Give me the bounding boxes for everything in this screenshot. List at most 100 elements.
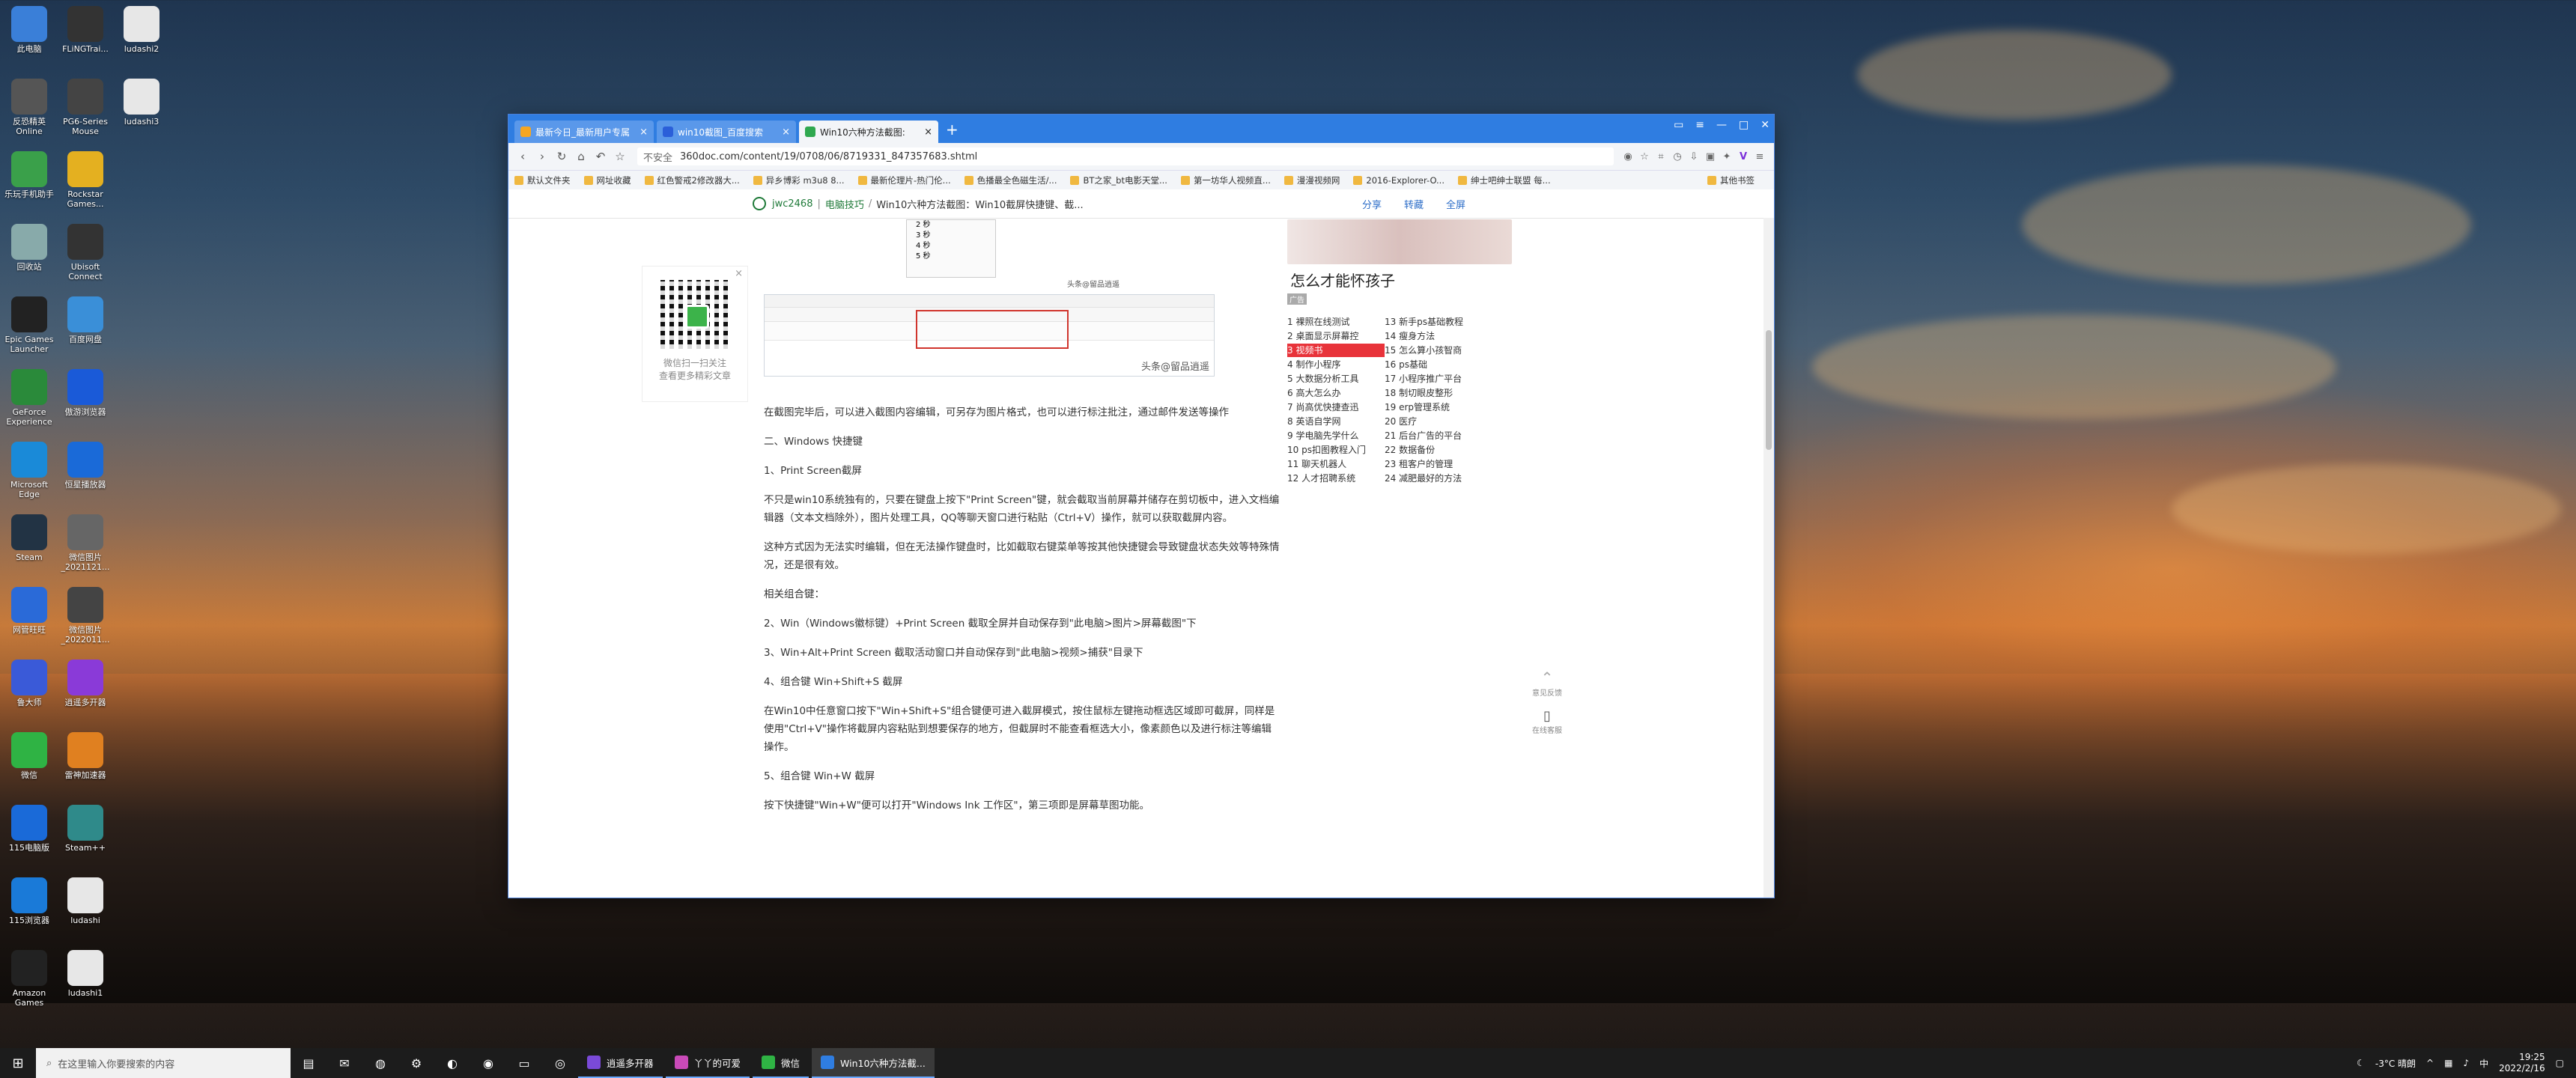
- tab-article[interactable]: Win10六种方法截图: ×: [799, 121, 938, 143]
- hot-search-item[interactable]: 22 数据备份: [1385, 443, 1482, 457]
- author-link[interactable]: jwc2468: [772, 198, 812, 210]
- close-icon[interactable]: ×: [640, 127, 648, 138]
- hot-search-item[interactable]: 17 小程序推广平台: [1385, 372, 1482, 386]
- edge-icon[interactable]: ◐: [434, 1048, 470, 1078]
- notification-icon[interactable]: ▢: [2556, 1058, 2564, 1068]
- desktop-icon[interactable]: 回收站: [3, 224, 55, 272]
- hot-search-item[interactable]: 20 医疗: [1385, 415, 1482, 428]
- star-icon[interactable]: ☆: [612, 150, 628, 163]
- hot-search-item[interactable]: 11 聊天机器人: [1287, 457, 1385, 471]
- desktop-icon[interactable]: 鲁大师: [3, 660, 55, 707]
- desktop-icon[interactable]: ludashi: [59, 877, 112, 925]
- reload-icon[interactable]: ↻: [553, 150, 570, 163]
- hot-search-item[interactable]: 6 高大怎么办: [1287, 386, 1385, 400]
- desktop-icon[interactable]: 115电脑版: [3, 805, 55, 853]
- hot-search-item[interactable]: 3 视频书: [1287, 344, 1385, 357]
- store-icon[interactable]: ▤: [291, 1048, 326, 1078]
- taskbar-search[interactable]: ⌕ 在这里输入你要搜索的内容: [36, 1048, 291, 1078]
- hot-search-item[interactable]: 19 erp管理系统: [1385, 401, 1482, 414]
- skin-icon[interactable]: ▭: [1674, 119, 1683, 131]
- close-window-icon[interactable]: ✕: [1761, 119, 1770, 131]
- close-icon[interactable]: ×: [782, 127, 790, 138]
- network-icon[interactable]: ▦: [2444, 1058, 2452, 1068]
- fullscreen-button[interactable]: 全屏: [1446, 197, 1465, 211]
- v-icon[interactable]: V: [1735, 151, 1752, 162]
- desktop-icon[interactable]: 此电脑: [3, 6, 55, 54]
- desktop-icon[interactable]: Steam: [3, 514, 55, 562]
- back-icon[interactable]: ‹: [514, 150, 531, 163]
- taskbar-app[interactable]: 逍遥多开器: [578, 1048, 663, 1078]
- hot-search-item[interactable]: 8 英语自学网: [1287, 415, 1385, 428]
- desktop-icon[interactable]: Microsoft Edge: [3, 442, 55, 499]
- other-bookmarks[interactable]: 其他书签: [1707, 174, 1755, 186]
- new-tab-button[interactable]: +: [946, 121, 959, 138]
- bookmark-item[interactable]: 默认文件夹: [514, 174, 571, 186]
- menu-icon[interactable]: ≡: [1695, 119, 1704, 131]
- hot-search-item[interactable]: 2 桌面显示屏幕控: [1287, 329, 1385, 343]
- weather-text[interactable]: -3°C 晴朗: [2375, 1057, 2416, 1070]
- bookmark-item[interactable]: 第一坊华人视频直...: [1180, 174, 1271, 186]
- desktop-icon[interactable]: Rockstar Games...: [59, 151, 112, 209]
- close-icon[interactable]: ×: [735, 268, 743, 279]
- taskbar-app[interactable]: 丫丫的可爱: [665, 1048, 750, 1078]
- hot-search-item[interactable]: 14 瘦身方法: [1385, 329, 1482, 343]
- mobile-icon[interactable]: ▯: [1530, 708, 1564, 724]
- hot-search-item[interactable]: 21 后台广告的平台: [1385, 429, 1482, 442]
- desktop-icon[interactable]: FLiNGTrai...: [59, 6, 112, 54]
- bookmark-item[interactable]: 漫漫视频网: [1284, 174, 1340, 186]
- desktop-icon[interactable]: GeForce Experience: [3, 369, 55, 427]
- hot-search-item[interactable]: 1 裸照在线测试: [1287, 315, 1385, 329]
- bookmark-item[interactable]: BT之家_bt电影天堂...: [1070, 174, 1167, 186]
- close-icon[interactable]: ×: [924, 127, 932, 138]
- hot-search-item[interactable]: 13 新手ps基础教程: [1385, 315, 1482, 329]
- bookmark-icon[interactable]: ☆: [1636, 151, 1653, 162]
- desktop-icon[interactable]: 微信图片_2022011...: [59, 587, 112, 645]
- desktop-icon[interactable]: 乐玩手机助手: [3, 151, 55, 199]
- scroll-thumb[interactable]: [1766, 330, 1772, 450]
- url-input[interactable]: 不安全 360doc.com/content/19/0708/06/871933…: [637, 147, 1614, 165]
- ad-image[interactable]: [1287, 219, 1512, 264]
- desktop-icon[interactable]: 恒星播放器: [59, 442, 112, 490]
- desktop-icon[interactable]: ludashi2: [115, 6, 168, 54]
- desktop-icon[interactable]: 百度网盘: [59, 296, 112, 344]
- game-icon[interactable]: ▣: [1702, 151, 1719, 162]
- desktop-icon[interactable]: Amazon Games: [3, 950, 55, 1008]
- windows-start-icon[interactable]: ⊞: [0, 1048, 36, 1078]
- clock[interactable]: 19:25 2022/2/16: [2499, 1052, 2545, 1074]
- history-icon[interactable]: ◷: [1669, 151, 1686, 162]
- bookmark-item[interactable]: 2016-Explorer-O...: [1353, 174, 1445, 186]
- volume-icon[interactable]: ♪: [2463, 1058, 2469, 1068]
- desktop-icon[interactable]: 雷神加速器: [59, 732, 112, 780]
- puzzle-icon[interactable]: ✦: [1719, 151, 1735, 162]
- tab-news[interactable]: 最新今日_最新用户专属 ×: [514, 121, 654, 143]
- ad-title[interactable]: 怎么才能怀孩子: [1290, 269, 1512, 290]
- bookmark-item[interactable]: 色播最全色磁生活/...: [964, 174, 1057, 186]
- bookmark-item[interactable]: 红色警戒2修改器大...: [644, 174, 740, 186]
- ime-icon[interactable]: 中: [2479, 1057, 2488, 1070]
- bookmark-item[interactable]: 异乡博彩 m3u8 8...: [753, 174, 845, 186]
- tab-baidu[interactable]: win10截图_百度搜索 ×: [657, 121, 796, 143]
- home-icon[interactable]: ⌂: [573, 150, 589, 163]
- taskbar-app[interactable]: 微信: [753, 1048, 809, 1078]
- bookmark-item[interactable]: 绅士吧绅士联盟 每...: [1458, 174, 1551, 186]
- desktop-icon[interactable]: 网管旺旺: [3, 587, 55, 635]
- service-label[interactable]: 在线客服: [1530, 724, 1564, 735]
- hot-search-item[interactable]: 24 减肥最好的方法: [1385, 472, 1482, 485]
- desktop-icon[interactable]: 反恐精英 Online: [3, 79, 55, 136]
- settings-icon[interactable]: ⚙: [398, 1048, 434, 1078]
- hot-search-item[interactable]: 9 学电脑先学什么: [1287, 429, 1385, 442]
- desktop-icon[interactable]: 微信: [3, 732, 55, 780]
- crop-icon[interactable]: ⌗: [1653, 151, 1669, 162]
- hot-search-item[interactable]: 18 制切眼皮整形: [1385, 386, 1482, 400]
- repost-button[interactable]: 转藏: [1404, 197, 1424, 211]
- maximize-icon[interactable]: □: [1739, 119, 1749, 131]
- hot-search-item[interactable]: 4 制作小程序: [1287, 358, 1385, 371]
- taskbar-app[interactable]: Win10六种方法截...: [812, 1048, 935, 1078]
- desktop-icon[interactable]: 傲游浏览器: [59, 369, 112, 417]
- desktop-icon[interactable]: ludashi3: [115, 79, 168, 127]
- desktop-icon[interactable]: Epic Games Launcher: [3, 296, 55, 354]
- menu-icon[interactable]: ≡: [1752, 151, 1768, 162]
- bookmark-item[interactable]: 网址收藏: [583, 174, 631, 186]
- desktop-icon[interactable]: ludashi1: [59, 950, 112, 998]
- share-button[interactable]: 分享: [1362, 197, 1382, 211]
